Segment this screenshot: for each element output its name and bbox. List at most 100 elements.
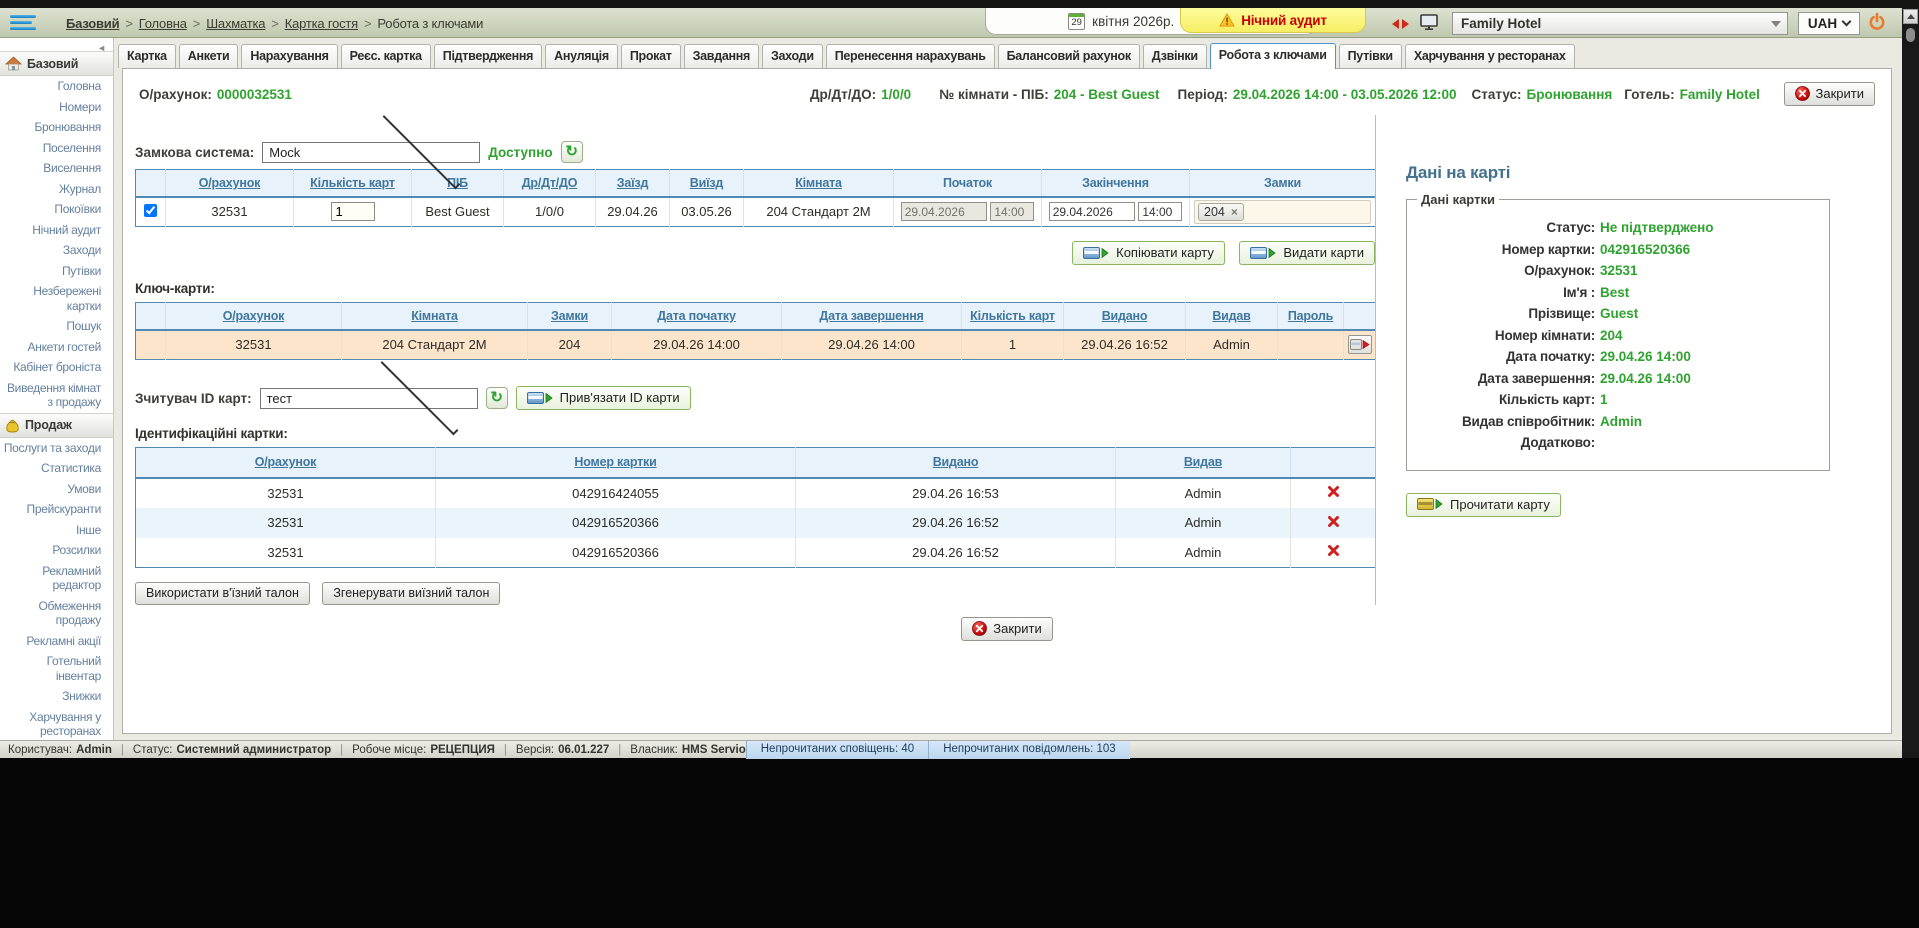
sidebar-item[interactable]: Покоївки	[0, 199, 113, 220]
unread-messages-badge[interactable]: Непрочитаних повідомлень: 103	[928, 741, 1129, 759]
close-button-bottom[interactable]: Закрити	[961, 617, 1052, 641]
night-audit-button[interactable]: Нічний аудит	[1180, 8, 1366, 33]
sidebar-collapse-icon[interactable]	[0, 38, 113, 51]
tab[interactable]: Нарахування	[241, 44, 337, 68]
scroll-up-button[interactable]	[1903, 9, 1918, 24]
sidebar-item[interactable]: Виселення	[0, 158, 113, 179]
tab[interactable]: Ануляція	[545, 44, 618, 68]
copy-card-button[interactable]: Копіювати карту	[1072, 241, 1225, 265]
sidebar-item[interactable]: Анкети гостей	[0, 337, 113, 358]
delete-id-card-button[interactable]	[1327, 485, 1340, 498]
sidebar-section-prodazh[interactable]: Продаж	[0, 413, 113, 438]
column-header[interactable]: Пароль	[1288, 309, 1333, 323]
menu-hamburger-icon[interactable]	[10, 15, 40, 31]
sidebar-item[interactable]: Умови	[0, 479, 113, 500]
power-logout-icon[interactable]	[1868, 12, 1886, 31]
column-header[interactable]: Кількість карт	[970, 309, 1055, 323]
column-header[interactable]: Заїзд	[617, 176, 648, 190]
refresh-icon[interactable]: ↻	[486, 387, 508, 409]
sidebar-item[interactable]: Інше	[0, 520, 113, 541]
column-header[interactable]: Виїзд	[690, 176, 723, 190]
read-card-button[interactable]: Прочитати карту	[1406, 493, 1561, 517]
sidebar-item[interactable]: Путівки	[0, 261, 113, 282]
tab-active[interactable]: Робота з ключами	[1210, 43, 1336, 69]
tab[interactable]: Заходи	[762, 44, 823, 68]
sidebar-item[interactable]: Незбережені картки	[0, 281, 113, 316]
sidebar-section-bazovyi[interactable]: Базовий	[0, 51, 113, 76]
sidebar-item[interactable]: Виведення кімнат з продажу	[0, 378, 113, 413]
column-header[interactable]: Видав	[1184, 455, 1222, 469]
sidebar-item[interactable]: Пошук	[0, 316, 113, 337]
tab[interactable]: Харчування у ресторанах	[1405, 44, 1575, 68]
column-header[interactable]: О/рахунок	[199, 176, 260, 190]
tab[interactable]: Картка	[118, 44, 176, 68]
locks-field[interactable]: 204 ×	[1194, 200, 1371, 224]
lock-system-select[interactable]: Mock	[262, 142, 480, 163]
row-checkbox[interactable]	[144, 204, 157, 217]
column-header[interactable]: Видано	[1102, 309, 1148, 323]
column-header[interactable]: Кімната	[411, 309, 458, 323]
scroll-thumb[interactable]	[1906, 28, 1915, 42]
sidebar-item[interactable]: Кабінет броніста	[0, 357, 113, 378]
tab[interactable]: Анкети	[179, 44, 239, 68]
sidebar-item[interactable]: Рекламні акції	[0, 631, 113, 652]
write-card-button[interactable]	[1348, 335, 1372, 354]
sidebar-item[interactable]: Харчування у ресторанах	[0, 707, 113, 741]
sidebar-item[interactable]: Номери	[0, 97, 113, 118]
column-header[interactable]: Кімната	[795, 176, 842, 190]
sidebar-item[interactable]: Обмеження продажу	[0, 596, 113, 631]
sidebar-item[interactable]: Поселення	[0, 138, 113, 159]
currency-select[interactable]: UAH	[1798, 12, 1860, 35]
refresh-icon[interactable]: ↻	[561, 141, 583, 163]
column-header[interactable]: Дата початку	[657, 309, 735, 323]
sidebar-item[interactable]: Прейскуранти	[0, 499, 113, 520]
tab[interactable]: Перенесення нарахувань	[826, 44, 995, 68]
tab[interactable]: Балансовий рахунок	[998, 44, 1140, 68]
column-header[interactable]: Дата завершення	[819, 309, 923, 323]
column-header[interactable]: О/рахунок	[223, 309, 284, 323]
delete-id-card-button[interactable]	[1327, 515, 1340, 528]
start-date-input[interactable]	[901, 202, 987, 221]
bind-id-card-button[interactable]: Прив'язати ID карти	[516, 386, 691, 410]
sidebar-item[interactable]: Знижки	[0, 686, 113, 707]
tab[interactable]: Реєс. картка	[341, 44, 431, 68]
issue-cards-button[interactable]: Видати карти	[1239, 241, 1375, 265]
tab[interactable]: Завдання	[684, 44, 759, 68]
breadcrumb-link[interactable]: Картка гостя	[285, 16, 358, 31]
end-date-input[interactable]	[1049, 202, 1135, 221]
close-button-top[interactable]: Закрити	[1784, 82, 1875, 106]
sidebar-item[interactable]: Бронювання	[0, 117, 113, 138]
page-scrollbar[interactable]	[1902, 8, 1919, 758]
workstation-monitor-icon[interactable]	[1420, 14, 1438, 30]
tab[interactable]: Путівки	[1339, 44, 1402, 68]
sidebar-item[interactable]: Нічний аудит	[0, 220, 113, 241]
breadcrumb-link[interactable]: Головна	[139, 16, 187, 31]
sidebar-item[interactable]: Статистика	[0, 458, 113, 479]
column-header[interactable]: Видав	[1212, 309, 1250, 323]
delete-id-card-button[interactable]	[1327, 544, 1340, 557]
breadcrumb-link[interactable]: Базовий	[66, 16, 119, 31]
sidebar-item[interactable]: Готельний інвентар	[0, 651, 113, 686]
tab[interactable]: Підтвердження	[434, 44, 542, 68]
sidebar-item[interactable]: Заходи	[0, 240, 113, 261]
sidebar-item[interactable]: Послуги та заходи	[0, 438, 113, 459]
sync-arrows-icon[interactable]	[1392, 19, 1409, 29]
column-header[interactable]: Замки	[551, 309, 588, 323]
sidebar-item[interactable]: Розсилки	[0, 540, 113, 561]
tab[interactable]: Дзвінки	[1143, 44, 1207, 68]
unread-notifications-badge[interactable]: Непрочитаних сповіщень: 40	[746, 741, 928, 759]
sidebar-item[interactable]: Рекламний редактор	[0, 561, 113, 596]
start-time-input[interactable]	[990, 202, 1034, 221]
reader-select[interactable]: тест	[260, 388, 478, 409]
breadcrumb-link[interactable]: Шахматка	[206, 16, 265, 31]
tab[interactable]: Прокат	[621, 44, 681, 68]
column-header[interactable]: Кількість карт	[310, 176, 395, 190]
sidebar-item[interactable]: Журнал	[0, 179, 113, 200]
use-entry-talon-button[interactable]: Використати в'їзний талон	[135, 582, 310, 605]
end-time-input[interactable]	[1138, 202, 1182, 221]
generate-exit-talon-button[interactable]: Згенерувати виїзний талон	[322, 582, 500, 605]
column-header[interactable]: Др/Дт/ДО	[522, 176, 578, 190]
card-count-input[interactable]	[331, 202, 375, 221]
column-header[interactable]: О/рахунок	[255, 455, 316, 469]
remove-lock-icon[interactable]: ×	[1231, 205, 1238, 219]
